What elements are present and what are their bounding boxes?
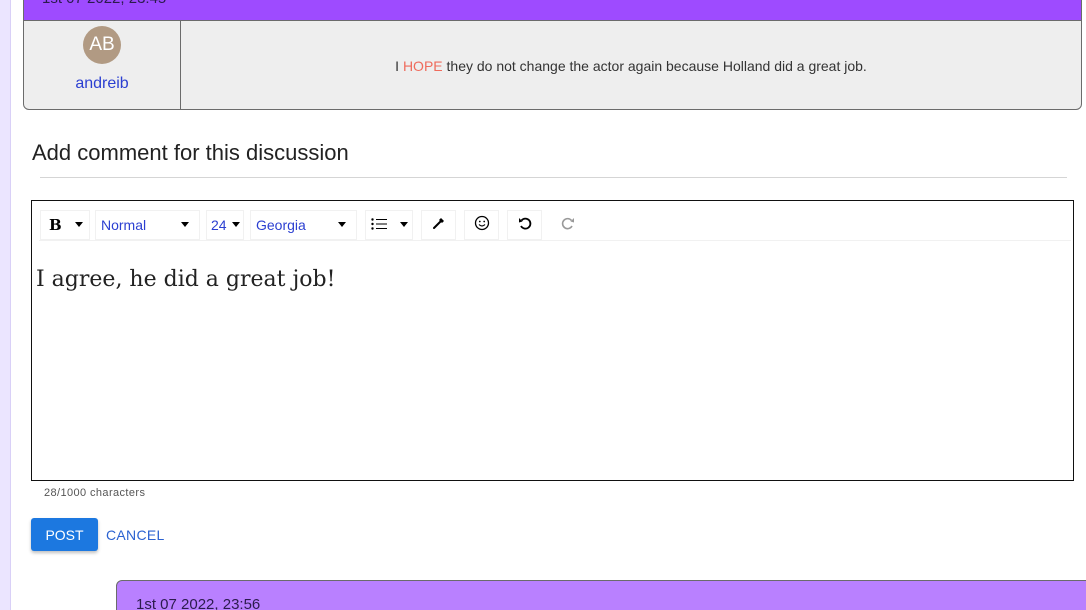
post-button[interactable]: POST <box>31 518 98 551</box>
font-size-value: 24 <box>211 216 227 233</box>
next-reply-card: 1st 07 2022, 23:56 <box>116 580 1086 610</box>
cancel-button[interactable]: CANCEL <box>106 518 165 551</box>
emoji-button[interactable] <box>464 209 499 240</box>
bold-dropdown[interactable]: B <box>40 209 90 240</box>
avatar: AB <box>83 26 121 64</box>
character-counter: 28/1000 characters <box>44 487 146 499</box>
reply-text-highlight: HOPE <box>402 57 443 74</box>
editor-toolbar: B Normal 24 Georgia <box>39 209 1071 241</box>
next-reply-timestamp: 1st 07 2022, 23:56 <box>136 596 261 610</box>
chevron-down-icon <box>400 222 408 227</box>
block-type-dropdown[interactable]: Normal <box>95 209 200 240</box>
left-sidebar-strip <box>0 0 11 610</box>
comment-editor: B Normal 24 Georgia I agree, he did a gr… <box>31 200 1074 481</box>
smiley-icon <box>474 215 490 234</box>
chevron-down-icon <box>75 222 83 227</box>
reply-text-rest: they do not change the actor again becau… <box>442 57 867 74</box>
color-picker-button[interactable] <box>421 209 456 240</box>
chevron-down-icon <box>232 222 240 227</box>
reply-author: AB andreib <box>24 21 181 109</box>
username-link[interactable]: andreib <box>75 75 128 93</box>
editor-text-area[interactable]: I agree, he did a great job! <box>36 267 335 292</box>
bulleted-list-icon <box>371 217 387 233</box>
redo-icon <box>560 215 576 234</box>
font-family-dropdown[interactable]: Georgia <box>250 209 357 240</box>
reply-card: 1st 07 2022, 23:45 AB andreib I HOPE the… <box>23 0 1082 110</box>
reply-body: AB andreib I HOPE they do not change the… <box>24 21 1081 109</box>
divider <box>40 177 1067 178</box>
reply-text-prefix: I <box>395 57 403 74</box>
reply-text: I HOPE they do not change the actor agai… <box>181 21 1081 109</box>
reply-timestamp: 1st 07 2022, 23:45 <box>24 0 1081 21</box>
list-dropdown[interactable] <box>365 209 413 240</box>
add-comment-title: Add comment for this discussion <box>32 140 349 165</box>
font-family-value: Georgia <box>256 216 306 233</box>
undo-button[interactable] <box>507 209 542 240</box>
chevron-down-icon <box>338 222 346 227</box>
eyedropper-icon <box>432 216 446 233</box>
font-size-dropdown[interactable]: 24 <box>206 209 244 240</box>
bold-icon: B <box>49 215 62 234</box>
redo-button[interactable] <box>550 209 585 240</box>
undo-icon <box>517 215 533 234</box>
block-type-value: Normal <box>101 216 147 233</box>
chevron-down-icon <box>181 222 189 227</box>
